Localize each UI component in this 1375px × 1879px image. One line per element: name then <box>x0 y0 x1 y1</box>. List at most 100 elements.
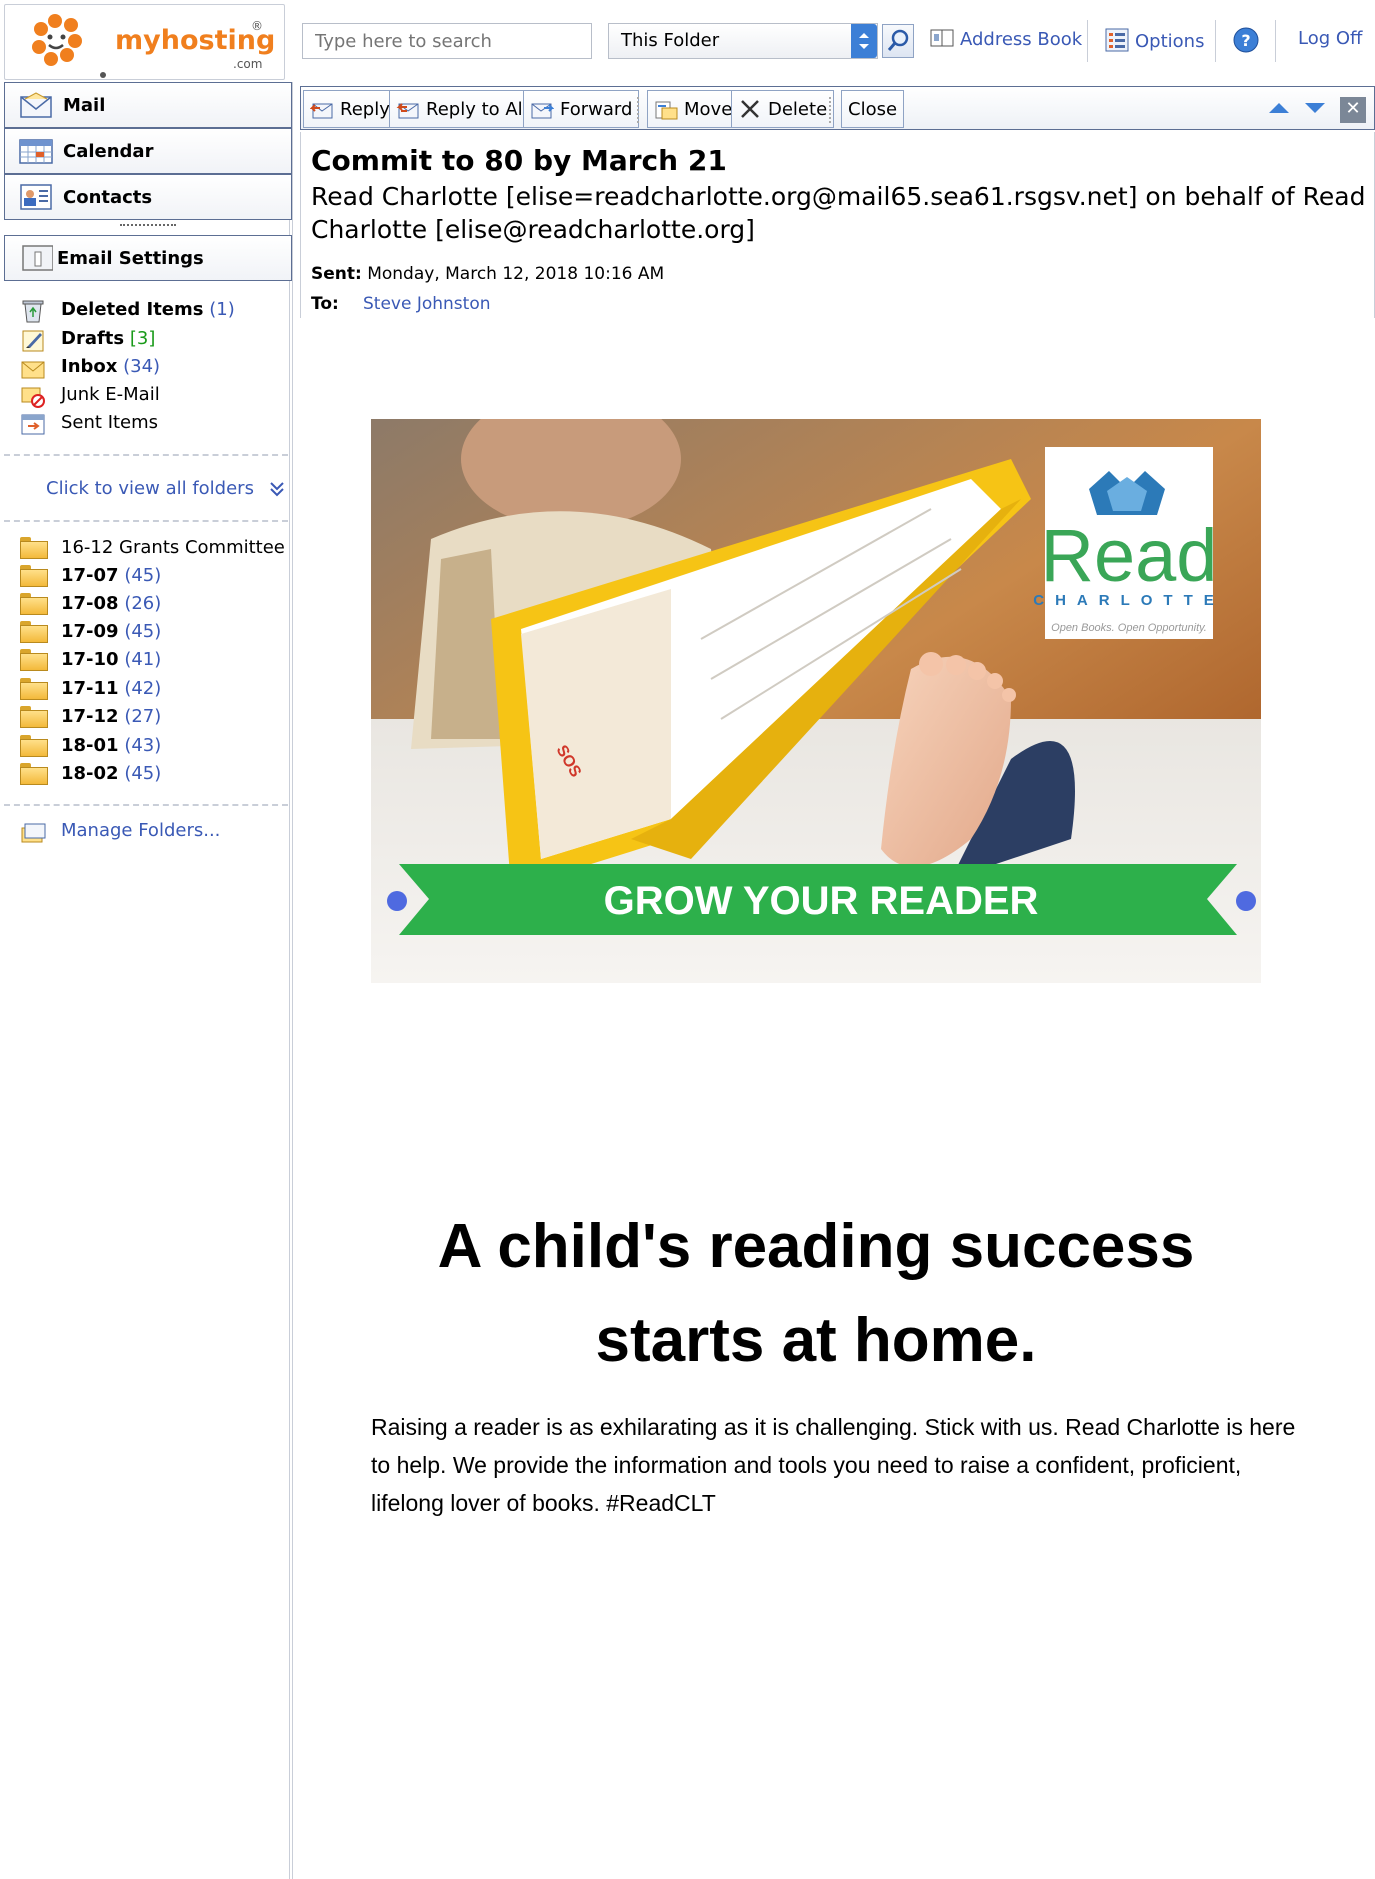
nav-mail-label: Mail <box>63 95 106 116</box>
folder-name: Deleted Items <box>61 299 204 320</box>
toolbar-separator <box>637 97 639 123</box>
svg-text:?: ? <box>1241 31 1250 50</box>
move-button[interactable]: Move <box>647 90 740 128</box>
folder-count: (1) <box>209 299 235 320</box>
nav-calendar[interactable]: Calendar <box>4 128 292 174</box>
folder-name: 17-10 <box>61 649 119 670</box>
top-bar: This Folder Address Book Options ? <box>290 0 1375 82</box>
logo-registered-mark: ® <box>251 19 263 33</box>
drafts-icon <box>22 330 44 352</box>
folder-icon <box>20 593 48 615</box>
folder-count: (41) <box>124 649 162 670</box>
reply-label: Reply <box>340 98 390 120</box>
view-all-folders-link[interactable]: Click to view all folders <box>46 478 286 499</box>
folder-name: Inbox <box>61 356 118 377</box>
divider <box>4 804 288 806</box>
folder-name: 17-07 <box>61 565 119 586</box>
recipient-link[interactable]: Steve Johnston <box>363 294 491 314</box>
close-button[interactable]: Close <box>841 90 905 128</box>
delete-button[interactable]: Delete <box>731 90 835 128</box>
message-from: Read Charlotte [elise=readcharlotte.org@… <box>311 182 1366 244</box>
logo-charlotte-text: CHARLOTTE <box>1033 592 1225 609</box>
search-button[interactable] <box>882 24 914 58</box>
sent-label: Sent: <box>311 264 362 284</box>
email-hero-image: SOS Read CHARLOTTE Open Books. Open Oppo… <box>371 419 1261 983</box>
folder-name: 17-09 <box>61 621 119 642</box>
nav-mail[interactable]: Mail <box>4 82 292 128</box>
close-pane-icon[interactable]: ✕ <box>1340 97 1366 123</box>
banner-text: GROW YOUR READER <box>604 879 1039 923</box>
folder-name: 17-12 <box>61 706 119 727</box>
logo-read-text: Read <box>1041 514 1218 597</box>
email-headline: A child's reading success starts at home… <box>371 1200 1261 1388</box>
reply-button[interactable]: Reply <box>303 90 397 128</box>
address-book-label: Address Book <box>960 29 1083 50</box>
divider <box>1275 20 1276 62</box>
options-label: Options <box>1135 31 1205 52</box>
delete-icon <box>741 100 759 118</box>
logo-suffix-text: .com <box>233 57 263 71</box>
nav-email-settings[interactable]: Email Settings <box>4 235 292 281</box>
previous-message-arrow-icon[interactable] <box>1267 99 1291 122</box>
address-book-icon <box>930 29 954 47</box>
forward-label: Forward <box>560 98 633 120</box>
folder-icon <box>20 706 48 728</box>
folder-icon <box>20 763 48 785</box>
calendar-icon <box>19 139 53 164</box>
help-icon: ? <box>1233 27 1259 53</box>
to-label: To: <box>311 294 339 314</box>
headline-line-2: starts at home. <box>595 1306 1037 1375</box>
logoff-link[interactable]: Log Off <box>1298 28 1362 49</box>
message-subject: Commit to 80 by March 21 <box>311 144 727 177</box>
myhosting-logo[interactable]: myhosting ® .com <box>4 4 285 80</box>
move-label: Move <box>684 98 733 120</box>
close-label: Close <box>848 98 898 120</box>
folder-icon <box>20 537 48 559</box>
left-navigation-pane: Mail Calendar Contacts Email Settings De… <box>0 82 293 1879</box>
view-all-folders-label: Click to view all folders <box>46 478 254 499</box>
reply-all-button[interactable]: Reply to All <box>389 90 535 128</box>
banner-dot <box>387 891 407 911</box>
folder-icon <box>20 565 48 587</box>
junk-mail-icon <box>21 387 45 408</box>
folder-count: (34) <box>123 356 161 377</box>
folder-count: (45) <box>124 565 162 586</box>
message-reading-pane: Reply Reply to All Forward Move Delete C… <box>298 82 1375 1879</box>
pane-resize-grip[interactable] <box>120 224 176 228</box>
delete-label: Delete <box>768 98 828 120</box>
logo-tagline-text: Open Books. Open Opportunity. <box>1051 622 1207 634</box>
folder-name: 16-12 Grants Committee <box>61 537 285 558</box>
options-link[interactable]: Options <box>1105 28 1204 52</box>
contacts-icon <box>20 184 52 210</box>
search-input[interactable] <box>302 23 592 59</box>
next-message-arrow-icon[interactable] <box>1303 99 1327 122</box>
folder-count: (42) <box>124 678 162 699</box>
address-book-link[interactable]: Address Book <box>930 28 1082 50</box>
folder-count: (27) <box>124 706 162 727</box>
forward-button[interactable]: Forward <box>523 90 640 128</box>
folder-icon <box>20 678 48 700</box>
nav-contacts[interactable]: Contacts <box>4 174 292 220</box>
folder-name: 17-08 <box>61 593 119 614</box>
help-button[interactable]: ? <box>1232 26 1260 59</box>
message-to-row: To: Steve Johnston <box>311 294 491 314</box>
mail-icon <box>20 92 52 118</box>
reply-all-label: Reply to All <box>426 98 528 120</box>
recycle-bin-icon <box>22 300 44 323</box>
divider <box>1087 20 1088 62</box>
settings-page-icon <box>22 245 53 271</box>
divider <box>4 454 288 456</box>
folder-name: 17-11 <box>61 678 119 699</box>
search-scope-select[interactable]: This Folder <box>608 23 878 59</box>
folder-icon <box>20 649 48 671</box>
headline-line-1: A child's reading success <box>437 1212 1195 1281</box>
chevron-updown-icon <box>851 24 877 58</box>
forward-icon <box>531 103 554 119</box>
search-scope-value: This Folder <box>621 30 720 51</box>
folder-name: 18-02 <box>61 763 119 784</box>
toolbar-separator <box>829 97 831 123</box>
double-chevron-down-icon <box>269 482 284 497</box>
folder-name: Junk E-Mail <box>61 384 160 405</box>
message-sent-row: Sent: Monday, March 12, 2018 10:16 AM <box>311 264 664 284</box>
folder-icon <box>20 621 48 643</box>
